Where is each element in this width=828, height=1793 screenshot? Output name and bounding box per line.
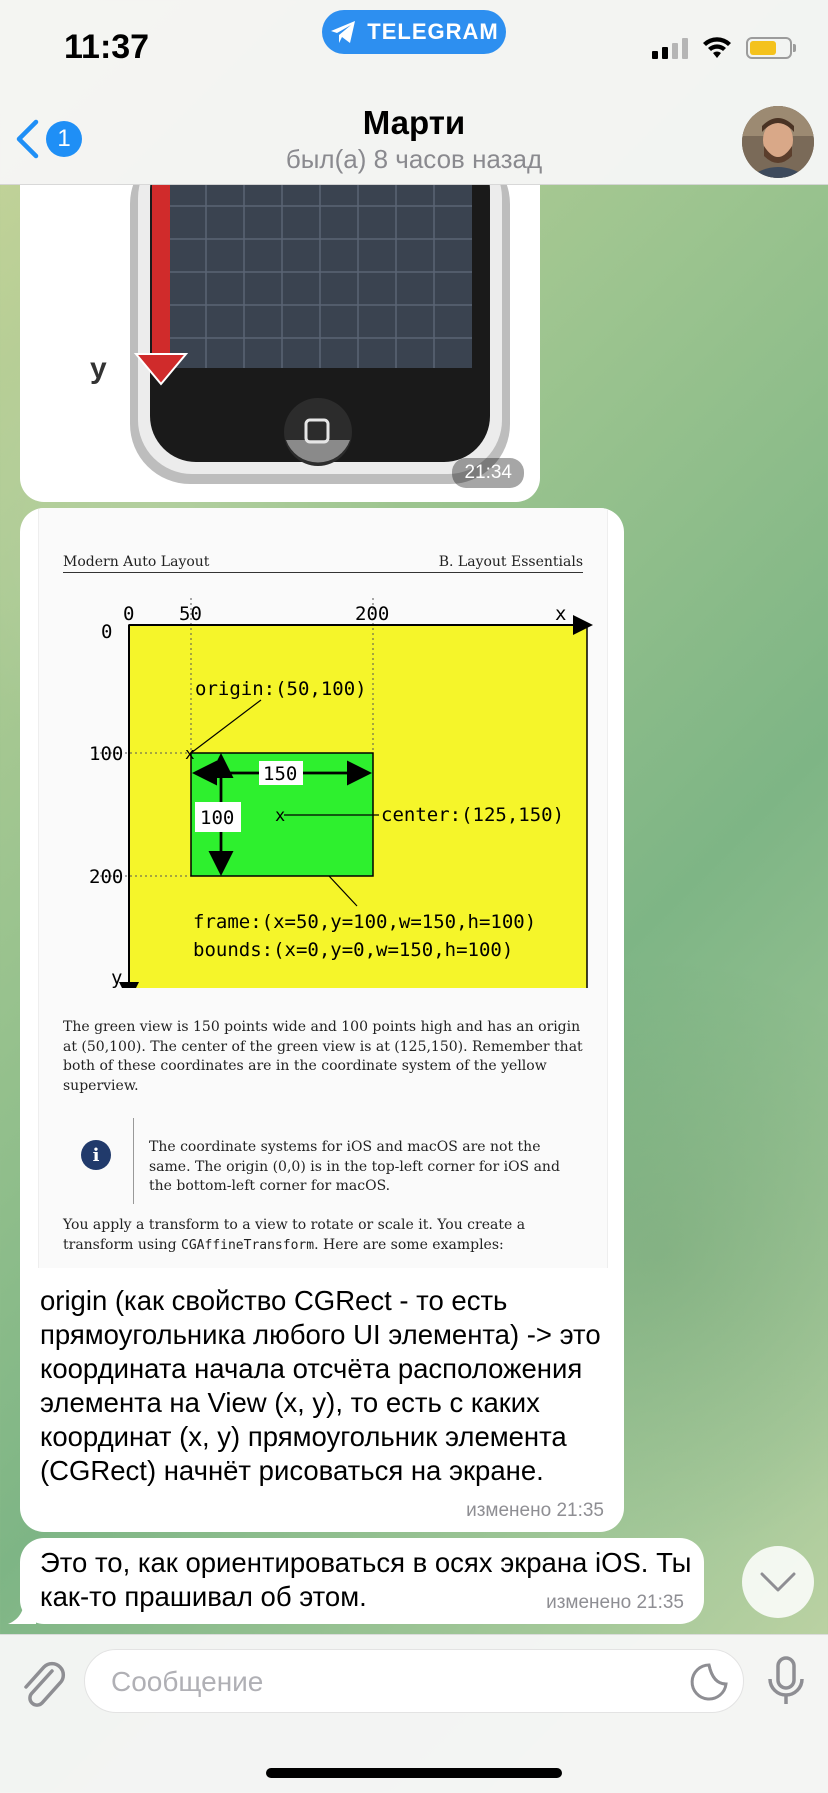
info-icon: i — [81, 1140, 111, 1170]
return-to-app-pill[interactable]: TELEGRAM — [322, 10, 506, 54]
microphone-icon[interactable] — [764, 1655, 808, 1707]
coordinate-diagram: 0 50 200 x 0 100 200 y origin:(50,100) x… — [89, 598, 593, 988]
paragraph-2-end: . Here are some examples: — [314, 1236, 504, 1253]
document-info-box: i The coordinate systems for iOS and mac… — [63, 1118, 587, 1204]
info-text: The coordinate systems for iOS and macOS… — [149, 1139, 560, 1194]
center-mark: x — [275, 806, 285, 826]
image-message-phone[interactable]: y 21:34 — [20, 184, 540, 502]
origin-mark: x — [185, 744, 195, 763]
x-tick-50: 50 — [179, 603, 202, 625]
document-header-right: B. Layout Essentials — [438, 554, 583, 570]
y-tick-200: 200 — [89, 866, 123, 888]
phone-illustration — [130, 184, 510, 484]
document-paragraph-1: The green view is 150 points wide and 10… — [63, 1019, 583, 1094]
document-header: Modern Auto Layout B. Layout Essentials — [63, 554, 583, 573]
avatar-photo — [742, 106, 814, 178]
phone-y-label: y — [90, 352, 107, 385]
scroll-to-bottom-button[interactable] — [742, 1546, 814, 1618]
status-icons — [652, 36, 796, 60]
chat-header: 11:37 TELEGRAM 1 Марти был(а) 8 часов на… — [0, 0, 828, 185]
caption-edited-time: изменено 21:35 — [466, 1500, 604, 1521]
document-header-left: Modern Auto Layout — [63, 554, 210, 570]
image-time: 21:34 — [452, 458, 524, 488]
width-label: 150 — [263, 763, 297, 785]
info-divider — [133, 1118, 134, 1204]
contact-name[interactable]: Марти — [0, 104, 828, 142]
app-pill-label: TELEGRAM — [367, 19, 499, 44]
cellular-signal-icon — [652, 37, 688, 59]
wifi-icon — [703, 37, 731, 58]
telegram-plane-icon — [331, 21, 356, 43]
x-tick-200: 200 — [355, 603, 389, 625]
document-paragraph-2: You apply a transform to a view to rotat… — [63, 1216, 587, 1255]
y-axis-arrow — [152, 184, 170, 354]
battery-icon — [746, 37, 796, 59]
chevron-down-icon — [760, 1572, 796, 1592]
paperclip-icon[interactable] — [18, 1657, 66, 1709]
contact-avatar[interactable] — [742, 106, 814, 178]
frame-label: frame:(x=50,y=100,w=150,h=100) — [193, 911, 536, 933]
home-indicator — [266, 1768, 562, 1778]
contact-last-seen: был(а) 8 часов назад — [285, 144, 543, 174]
y-tick-0: 0 — [101, 621, 112, 643]
x-axis-label: x — [555, 603, 566, 625]
status-time: 11:37 — [64, 28, 150, 66]
x-tick-0: 0 — [123, 603, 134, 625]
y-tick-100: 100 — [89, 743, 123, 765]
origin-label: origin:(50,100) — [195, 678, 367, 700]
message-field[interactable] — [84, 1649, 744, 1713]
y-axis-label: y — [111, 967, 122, 988]
message-input[interactable] — [109, 1658, 673, 1706]
code-cgaffinetransform: CGAffineTransform — [181, 1237, 315, 1253]
message-edited-time: изменено 21:35 — [546, 1592, 684, 1613]
bounds-label: bounds:(x=0,y=0,w=150,h=100) — [193, 939, 513, 961]
message-bubble-document[interactable]: Modern Auto Layout B. Layout Essentials — [20, 508, 624, 1532]
center-label: center:(125,150) — [381, 804, 564, 826]
message-bubble-last[interactable]: Это то, как ориентироваться в осях экран… — [20, 1538, 704, 1624]
sticker-icon[interactable] — [689, 1662, 729, 1702]
height-label: 100 — [200, 807, 234, 829]
caption-text: origin (как свойство CGRect - то есть пр… — [40, 1285, 601, 1486]
document-page-image[interactable]: Modern Auto Layout B. Layout Essentials — [38, 508, 608, 1268]
